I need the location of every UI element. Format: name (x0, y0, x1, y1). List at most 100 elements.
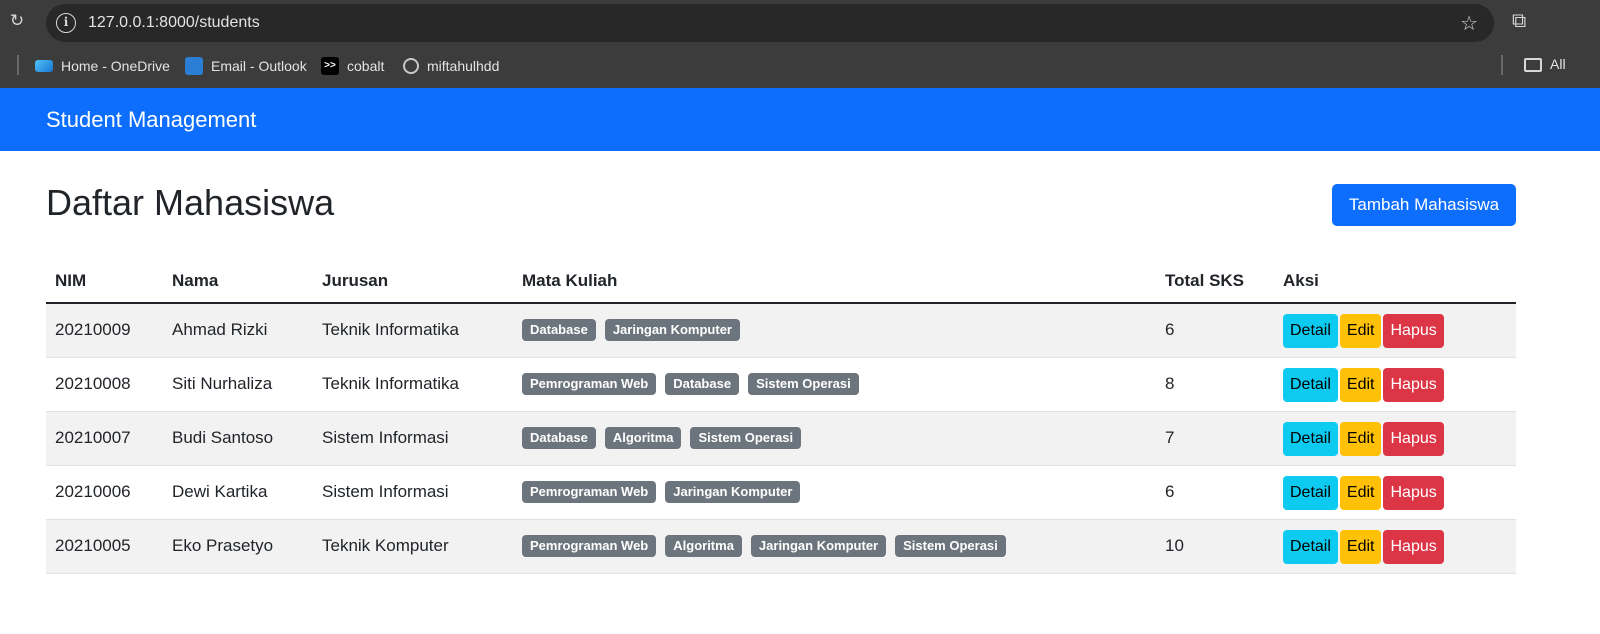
course-badge: Algoritma (604, 427, 682, 449)
cell-jurusan: Teknik Informatika (313, 357, 513, 412)
bookmark-star-icon[interactable]: ☆ (1460, 11, 1478, 36)
course-badge: Sistem Operasi (748, 373, 859, 395)
course-badge: Database (665, 373, 740, 395)
cobalt-icon: >> (321, 57, 339, 75)
cell-nama: Dewi Kartika (163, 465, 313, 520)
detail-button[interactable]: Detail (1283, 368, 1338, 402)
edit-button[interactable]: Edit (1339, 530, 1382, 564)
cell-aksi: Detail Edit Hapus (1274, 465, 1516, 520)
outlook-icon (185, 57, 203, 75)
cell-jurusan: Sistem Informasi (313, 465, 513, 520)
all-bookmarks-label[interactable]: All (1550, 56, 1566, 72)
folder-icon[interactable] (1524, 58, 1542, 72)
url-text[interactable]: 127.0.0.1:8000/students (88, 14, 260, 32)
navbar: Student Management (0, 88, 1600, 151)
course-badge: Pemrograman Web (522, 373, 657, 395)
detail-button[interactable]: Detail (1283, 314, 1338, 349)
edit-button[interactable]: Edit (1339, 314, 1382, 349)
cell-aksi: Detail Edit Hapus (1274, 357, 1516, 412)
detail-button[interactable]: Detail (1283, 476, 1338, 510)
bookmark-label: cobalt (347, 58, 385, 74)
course-badge: Algoritma (665, 535, 742, 557)
address-bar[interactable]: i 127.0.0.1:8000/students ☆ (46, 4, 1494, 42)
detail-button[interactable]: Detail (1283, 530, 1338, 564)
students-table: NIM Nama Jurusan Mata Kuliah Total SKS A… (46, 259, 1516, 574)
header-total-sks: Total SKS (1156, 259, 1274, 304)
course-badge: Sistem Operasi (895, 535, 1006, 557)
table-row: 20210006 Dewi Kartika Sistem Informasi Pemr… (46, 465, 1516, 520)
bookmark-label: Home - OneDrive (61, 58, 170, 74)
bookmark-label: Email - Outlook (211, 58, 307, 74)
bookmark-outlook[interactable]: Email - Outlook (185, 56, 307, 76)
table-row: 20210008 Siti Nurhaliza Teknik Informatika… (46, 357, 1516, 412)
bookmark-onedrive[interactable]: Home - OneDrive (35, 56, 170, 76)
edit-button[interactable]: Edit (1339, 368, 1382, 402)
onedrive-icon (35, 60, 53, 72)
delete-button[interactable]: Hapus (1383, 368, 1444, 402)
cell-nama: Eko Prasetyo (163, 519, 313, 574)
course-badge: Jaringan Komputer (604, 319, 740, 342)
cell-total-sks: 8 (1156, 357, 1274, 412)
cell-aksi: Detail Edit Hapus (1274, 411, 1516, 466)
course-badge: Database (522, 319, 596, 342)
cell-total-sks: 6 (1156, 465, 1274, 520)
cell-mata-kuliah: Pemrograman Web Jaringan Komputer (513, 465, 1156, 520)
edit-button[interactable]: Edit (1339, 422, 1382, 456)
course-badge: Pemrograman Web (522, 481, 657, 503)
bookmark-miftahulhdd[interactable]: miftahulhdd (403, 56, 499, 76)
delete-button[interactable]: Hapus (1383, 422, 1444, 456)
cell-total-sks: 10 (1156, 519, 1274, 574)
bookmark-label: miftahulhdd (427, 58, 500, 74)
cell-mata-kuliah: Pemrograman Web Database Sistem Operasi (513, 357, 1156, 412)
table-row: 20210005 Eko Prasetyo Teknik Komputer Pemro… (46, 519, 1516, 574)
cell-jurusan: Teknik Informatika (313, 303, 513, 358)
cell-mata-kuliah: Pemrograman Web Algoritma Jaringan Kompute… (513, 519, 1156, 574)
cell-mata-kuliah: Database Jaringan Komputer (513, 303, 1156, 358)
header-nim: NIM (46, 259, 163, 304)
cell-nim: 20210009 (46, 303, 163, 358)
table-row: 20210009 Ahmad Rizki Teknik Informatika Dat… (46, 303, 1516, 358)
course-badge: Jaringan Komputer (750, 535, 887, 557)
bookmarks-separator (17, 55, 19, 75)
course-badge: Pemrograman Web (522, 535, 657, 557)
add-student-button[interactable]: Tambah Mahasiswa (1332, 184, 1516, 226)
cell-nim: 20210008 (46, 357, 163, 412)
cell-nim: 20210005 (46, 519, 163, 574)
delete-button[interactable]: Hapus (1383, 476, 1444, 510)
table-body: 20210009 Ahmad Rizki Teknik Informatika Dat… (46, 303, 1516, 574)
cell-total-sks: 7 (1156, 411, 1274, 466)
table-header-row: NIM Nama Jurusan Mata Kuliah Total SKS A… (46, 259, 1516, 304)
cell-nama: Budi Santoso (163, 411, 313, 466)
delete-button[interactable]: Hapus (1383, 530, 1444, 564)
bookmarks-separator (1501, 55, 1503, 75)
site-info-icon[interactable]: i (56, 13, 76, 33)
header-nama: Nama (163, 259, 313, 304)
cell-aksi: Detail Edit Hapus (1274, 303, 1516, 358)
bookmarks-bar: Home - OneDrive Email - Outlook >> cobal… (0, 44, 1600, 88)
browser-toolbar: ↻ i 127.0.0.1:8000/students ☆ ⧉ (0, 0, 1600, 44)
bookmark-cobalt[interactable]: >> cobalt (321, 56, 384, 76)
course-badge: Sistem Operasi (690, 427, 802, 449)
detail-button[interactable]: Detail (1283, 422, 1338, 456)
header-jurusan: Jurusan (313, 259, 513, 304)
course-badge: Jaringan Komputer (665, 481, 801, 503)
cell-nama: Siti Nurhaliza (163, 357, 313, 412)
header-mata-kuliah: Mata Kuliah (513, 259, 1156, 304)
extensions-icon[interactable]: ⧉ (1512, 10, 1536, 34)
delete-button[interactable]: Hapus (1383, 314, 1444, 349)
course-badge: Database (522, 427, 596, 449)
navbar-brand[interactable]: Student Management (46, 107, 256, 133)
cell-jurusan: Sistem Informasi (313, 411, 513, 466)
globe-icon (403, 58, 419, 74)
cell-jurusan: Teknik Komputer (313, 519, 513, 574)
cell-nama: Ahmad Rizki (163, 303, 313, 358)
page-title: Daftar Mahasiswa (46, 182, 335, 223)
cell-mata-kuliah: Database Algoritma Sistem Operasi (513, 411, 1156, 466)
cell-nim: 20210006 (46, 465, 163, 520)
edit-button[interactable]: Edit (1339, 476, 1382, 510)
header-aksi: Aksi (1274, 259, 1516, 304)
cell-nim: 20210007 (46, 411, 163, 466)
cell-total-sks: 6 (1156, 303, 1274, 358)
reload-icon[interactable]: ↻ (8, 12, 26, 30)
cell-aksi: Detail Edit Hapus (1274, 519, 1516, 574)
